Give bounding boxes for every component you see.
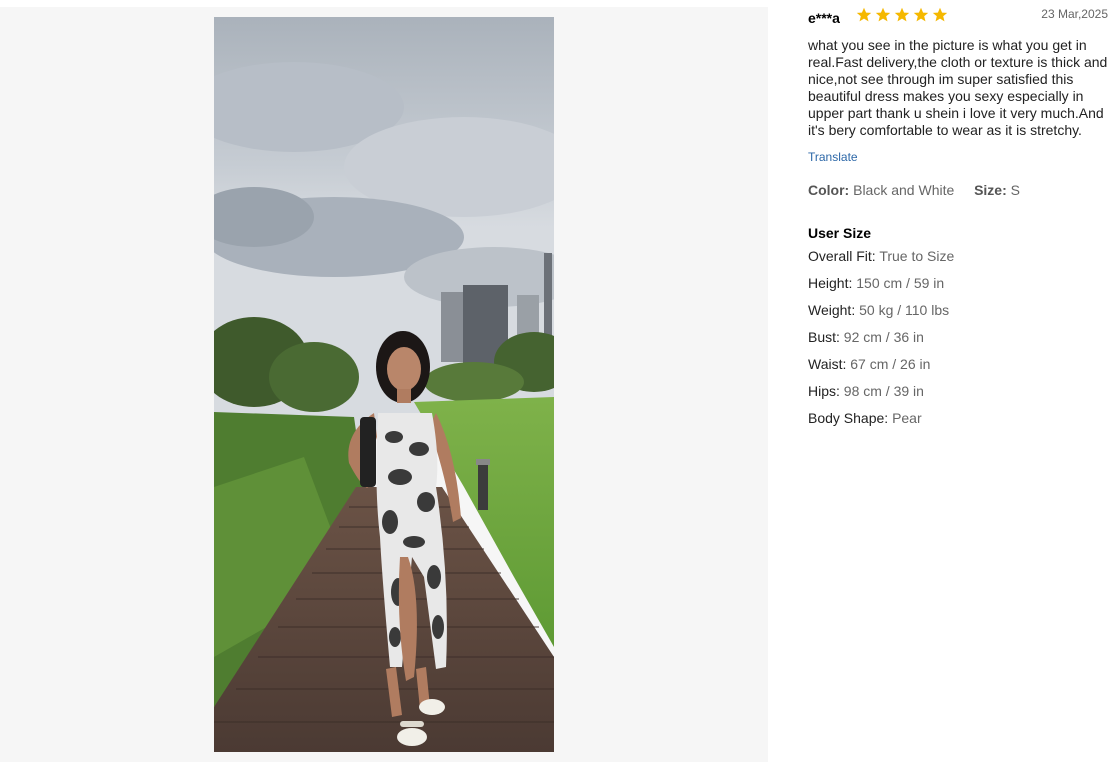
star-icon: [856, 7, 872, 22]
size-value: S: [1010, 182, 1020, 198]
size-row-bust: Bust: 92 cm / 36 in: [808, 329, 1110, 346]
size-row-value: 98 cm / 39 in: [843, 383, 924, 399]
review-photo[interactable]: [214, 17, 554, 752]
size-row-height: Height: 150 cm / 59 in: [808, 275, 1110, 292]
size-row-label: Hips:: [808, 383, 840, 399]
review-date: 23 Mar,2025: [1041, 7, 1108, 21]
user-size-title: User Size: [808, 225, 872, 241]
size-row-waist: Waist: 67 cm / 26 in: [808, 356, 1110, 373]
star-icon: [913, 7, 929, 22]
size-row-value: 67 cm / 26 in: [850, 356, 931, 372]
review-page: e***a 23 Mar,2025 what you see in the pi…: [0, 0, 1118, 765]
translate-link[interactable]: Translate: [808, 150, 858, 164]
color-value: Black and White: [853, 182, 955, 198]
star-rating: [856, 7, 948, 23]
size-label: Size:: [974, 182, 1007, 198]
size-row-label: Bust:: [808, 329, 840, 345]
review-photo-image: [214, 17, 554, 752]
review-panel: e***a 23 Mar,2025 what you see in the pi…: [808, 0, 1110, 437]
size-row-value: Pear: [892, 410, 922, 426]
star-icon: [894, 7, 910, 22]
review-header: e***a 23 Mar,2025: [808, 0, 1110, 30]
review-text: what you see in the picture is what you …: [808, 37, 1108, 138]
reviewer-name: e***a: [808, 10, 840, 26]
size-row-value: True to Size: [879, 248, 955, 264]
size-row-value: 150 cm / 59 in: [856, 275, 945, 291]
size-row-label: Weight:: [808, 302, 856, 318]
size-row-label: Overall Fit:: [808, 248, 876, 264]
size-row-weight: Weight: 50 kg / 110 lbs: [808, 302, 1110, 319]
size-row-label: Waist:: [808, 356, 847, 372]
size-row-overall-fit: Overall Fit: True to Size: [808, 248, 1110, 265]
size-row-body-shape: Body Shape: Pear: [808, 410, 1110, 427]
star-icon: [932, 7, 948, 22]
user-size-list: Overall Fit: True to Size Height: 150 cm…: [808, 248, 1110, 427]
purchase-attributes: Color: Black and White Size: S: [808, 182, 1110, 198]
size-row-value: 50 kg / 110 lbs: [859, 302, 950, 318]
review-image-viewer: [0, 7, 768, 762]
size-row-label: Height:: [808, 275, 853, 291]
size-row-hips: Hips: 98 cm / 39 in: [808, 383, 1110, 400]
size-row-label: Body Shape:: [808, 410, 889, 426]
size-row-value: 92 cm / 36 in: [843, 329, 924, 345]
star-icon: [875, 7, 891, 22]
color-label: Color:: [808, 182, 850, 198]
